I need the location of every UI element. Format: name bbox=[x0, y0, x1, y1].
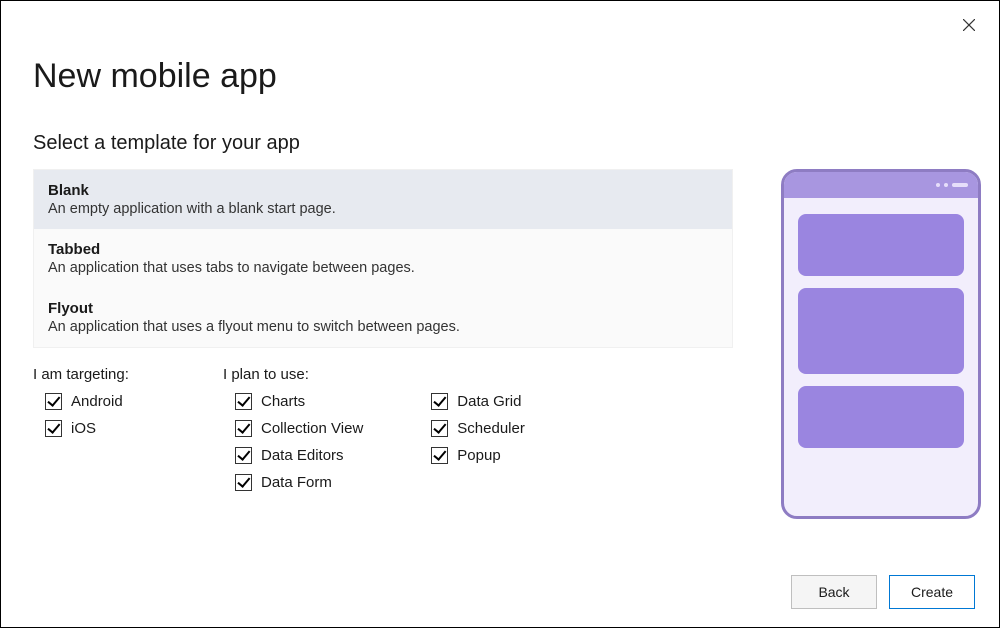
create-button[interactable]: Create bbox=[889, 575, 975, 609]
template-preview bbox=[781, 169, 981, 519]
checkbox-row: Data Form bbox=[223, 474, 363, 491]
checkbox-row: Collection View bbox=[223, 420, 363, 437]
status-pill-icon bbox=[952, 183, 968, 187]
checkbox-label: Data Grid bbox=[457, 393, 521, 410]
status-dot-icon bbox=[944, 183, 948, 187]
checkbox-popup[interactable] bbox=[431, 447, 448, 464]
preview-card bbox=[798, 288, 964, 374]
close-button[interactable] bbox=[957, 13, 981, 37]
phone-frame bbox=[781, 169, 981, 519]
checkbox-label: Scheduler bbox=[457, 420, 525, 437]
checkbox-data-form[interactable] bbox=[235, 474, 252, 491]
checkbox-label: Popup bbox=[457, 447, 500, 464]
targeting-label: I am targeting: bbox=[33, 366, 203, 383]
checkbox-row: Charts bbox=[223, 393, 363, 410]
template-item-tabbed[interactable]: Tabbed An application that uses tabs to … bbox=[34, 229, 732, 288]
back-button[interactable]: Back bbox=[791, 575, 877, 609]
template-name: Blank bbox=[48, 182, 718, 199]
preview-card bbox=[798, 386, 964, 448]
checkbox-data-editors[interactable] bbox=[235, 447, 252, 464]
checkbox-android[interactable] bbox=[45, 393, 62, 410]
checkbox-ios[interactable] bbox=[45, 420, 62, 437]
checkbox-row: Scheduler bbox=[419, 420, 525, 437]
page-subtitle: Select a template for your app bbox=[33, 132, 967, 155]
template-list: Blank An empty application with a blank … bbox=[33, 169, 733, 348]
checkbox-scheduler[interactable] bbox=[431, 420, 448, 437]
template-item-flyout[interactable]: Flyout An application that uses a flyout… bbox=[34, 288, 732, 347]
plan-label: I plan to use: bbox=[223, 366, 525, 383]
template-name: Tabbed bbox=[48, 241, 718, 258]
checkbox-label: Data Editors bbox=[261, 447, 344, 464]
phone-statusbar bbox=[784, 172, 978, 198]
close-icon bbox=[963, 19, 975, 31]
checkbox-collection-view[interactable] bbox=[235, 420, 252, 437]
template-desc: An application that uses a flyout menu t… bbox=[48, 319, 718, 335]
checkbox-label: Android bbox=[71, 393, 123, 410]
template-desc: An empty application with a blank start … bbox=[48, 201, 718, 217]
page-title: New mobile app bbox=[33, 57, 967, 96]
status-dot-icon bbox=[936, 183, 940, 187]
template-item-blank[interactable]: Blank An empty application with a blank … bbox=[34, 170, 732, 229]
checkbox-row: Android bbox=[33, 393, 203, 410]
checkbox-label: Data Form bbox=[261, 474, 332, 491]
phone-body bbox=[784, 198, 978, 516]
preview-card bbox=[798, 214, 964, 276]
checkbox-data-grid[interactable] bbox=[431, 393, 448, 410]
checkbox-label: Charts bbox=[261, 393, 305, 410]
checkbox-charts[interactable] bbox=[235, 393, 252, 410]
checkbox-label: Collection View bbox=[261, 420, 363, 437]
template-desc: An application that uses tabs to navigat… bbox=[48, 260, 718, 276]
checkbox-label: iOS bbox=[71, 420, 96, 437]
checkbox-row: Data Grid bbox=[419, 393, 525, 410]
checkbox-row: Popup bbox=[419, 447, 525, 464]
checkbox-row: Data Editors bbox=[223, 447, 363, 464]
checkbox-row: iOS bbox=[33, 420, 203, 437]
template-name: Flyout bbox=[48, 300, 718, 317]
